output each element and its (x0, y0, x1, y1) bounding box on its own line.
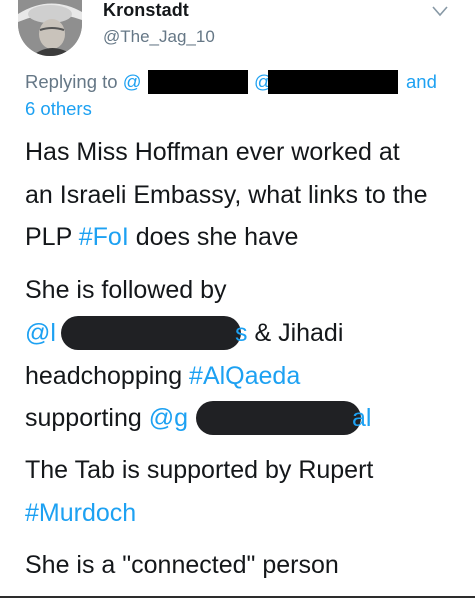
tweet-text-line: #Murdoch (25, 498, 136, 528)
tweet-text-line: PLP #FoI does she have (25, 223, 299, 251)
tweet-text-line: al (352, 404, 372, 432)
hashtag-link[interactable]: #Murdoch (25, 499, 136, 527)
reply-and: and (406, 71, 437, 92)
tweet-text-line: She is a "connected" person (25, 551, 339, 579)
hashtag-link[interactable]: #AlQaeda (189, 362, 300, 390)
tweet-text-line: Has Miss Hoffman ever worked at (25, 138, 400, 166)
mention-link[interactable]: @l (25, 319, 56, 347)
tweet-text-line: headchopping #AlQaeda (25, 362, 301, 390)
tweet-text-line: supporting @g (25, 404, 188, 432)
redaction-pill (196, 401, 361, 435)
reply-others-link[interactable]: 6 others (25, 98, 92, 120)
avatar[interactable] (18, 0, 82, 56)
user-handle[interactable]: @The_Jag_10 (103, 27, 215, 47)
replying-to-label: Replying to (25, 71, 118, 92)
hashtag-link[interactable]: #FoI (79, 223, 129, 251)
tweet-text-line: She is followed by (25, 276, 227, 304)
divider (0, 596, 475, 598)
redaction-box (148, 70, 248, 94)
redaction-box (268, 70, 398, 94)
redaction-pill (61, 316, 241, 350)
tweet-text-line: @l (25, 318, 56, 348)
replying-to-line: Replying to @ (25, 71, 141, 93)
tweet-text-line: an Israeli Embassy, what links to the (25, 181, 428, 209)
tweet-text-line: s & Jihadi (235, 319, 344, 347)
mention-link[interactable]: @g (149, 404, 188, 432)
chevron-down-icon[interactable] (431, 4, 449, 18)
tweet-text-line: The Tab is supported by Rupert (25, 456, 374, 484)
reply-mention-1[interactable]: @ (123, 71, 142, 92)
display-name[interactable]: Kronstadt (103, 0, 189, 21)
